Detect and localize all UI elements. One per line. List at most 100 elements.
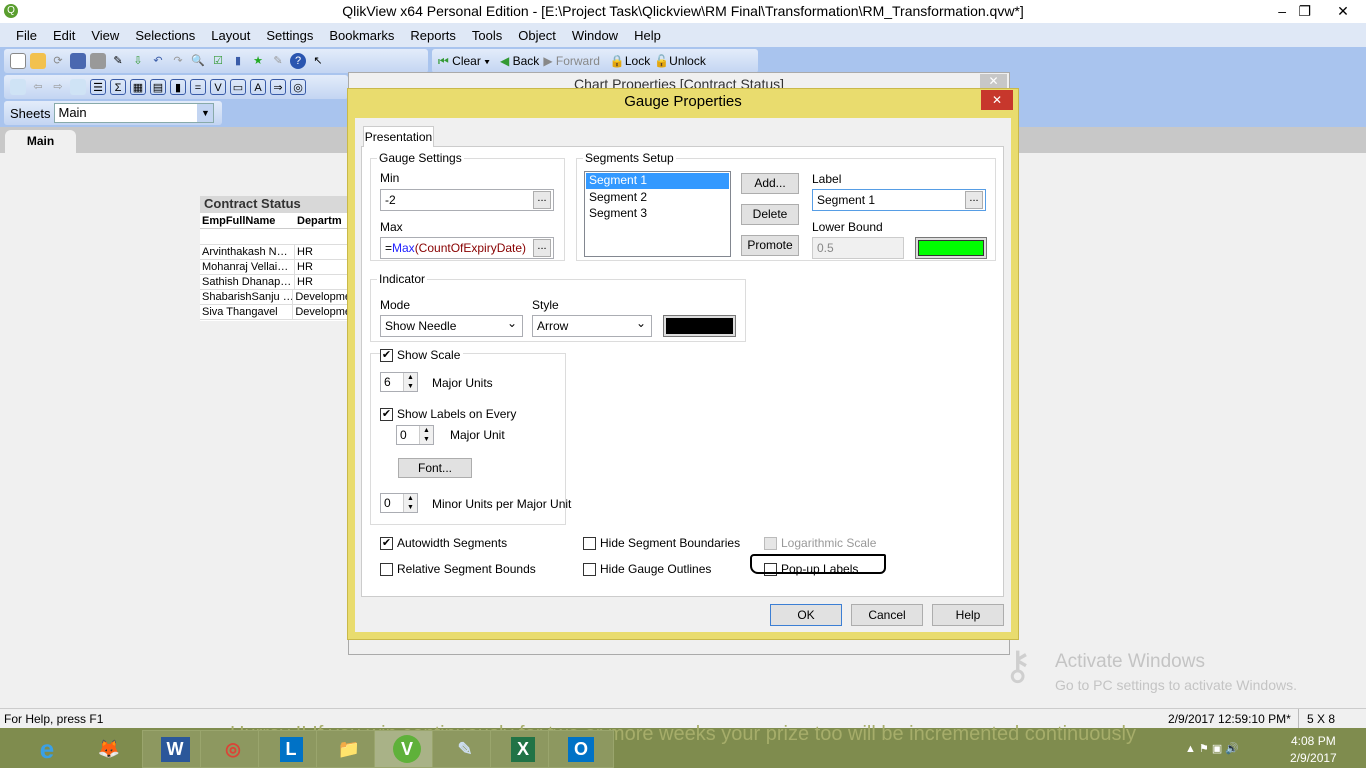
redo-icon[interactable]: ↷ bbox=[170, 53, 186, 69]
mode-dropdown[interactable]: Show Needle bbox=[380, 313, 523, 337]
minimize-button[interactable]: – bbox=[1278, 0, 1286, 23]
menu-object[interactable]: Object bbox=[518, 28, 556, 43]
edit-icon[interactable]: ✎ bbox=[270, 53, 286, 69]
open-icon[interactable] bbox=[30, 53, 46, 69]
forward-button[interactable]: ▶ Forward bbox=[543, 54, 600, 68]
segment-color-button[interactable] bbox=[915, 237, 987, 259]
save-icon[interactable] bbox=[70, 53, 86, 69]
listbox-icon[interactable]: ☰ bbox=[90, 79, 106, 95]
max-input[interactable]: =Max(CountOfExpiryDate) bbox=[380, 237, 554, 259]
segment-item[interactable]: Segment 1 bbox=[586, 173, 729, 189]
lock-button[interactable]: 🔒Lock bbox=[610, 54, 650, 68]
hide-gauge-outlines-checkbox[interactable]: Hide Gauge Outlines bbox=[583, 562, 711, 576]
chart-icon[interactable]: ▮ bbox=[230, 53, 246, 69]
table-row[interactable]: Sathish Dhanap… HR bbox=[200, 275, 350, 290]
table-row[interactable]: Mohanraj Vellai… HR bbox=[200, 260, 350, 275]
segment-item[interactable]: Segment 2 bbox=[585, 190, 730, 206]
minor-units-stepper[interactable]: 0 ▲ ▼ bbox=[380, 493, 418, 513]
lower-bound-input[interactable]: 0.5 bbox=[812, 237, 904, 259]
menu-reports[interactable]: Reports bbox=[410, 28, 456, 43]
menu-help[interactable]: Help bbox=[634, 28, 661, 43]
slider-icon[interactable]: ◎ bbox=[290, 79, 306, 95]
table-box-icon[interactable]: ▦ bbox=[130, 79, 146, 95]
tab-main[interactable]: Main bbox=[5, 130, 76, 153]
clock[interactable]: 4:08 PM 2/9/2017 bbox=[1290, 734, 1337, 765]
star-icon[interactable]: ★ bbox=[250, 53, 266, 69]
menu-tools[interactable]: Tools bbox=[472, 28, 502, 43]
tab-presentation[interactable]: Presentation bbox=[363, 126, 434, 147]
current-selections-icon[interactable]: V bbox=[210, 79, 226, 95]
unlock-button[interactable]: 🔓Unlock bbox=[654, 54, 706, 68]
table-row[interactable]: Siva Thangavel Developme bbox=[200, 305, 350, 320]
tray-icons[interactable]: ▲ ⚑ ▣ 🔊 bbox=[1185, 742, 1239, 755]
restore-button[interactable]: ❐ bbox=[1298, 0, 1311, 23]
indicator-color-button[interactable] bbox=[663, 315, 736, 337]
hide-segment-boundaries-checkbox[interactable]: Hide Segment Boundaries bbox=[583, 536, 740, 550]
contract-status-table[interactable]: Contract Status EmpFullName Departm Arvi… bbox=[200, 196, 350, 321]
notepad-icon[interactable]: ✎ bbox=[432, 730, 498, 768]
menu-file[interactable]: File bbox=[16, 28, 37, 43]
min-input[interactable]: -2 bbox=[380, 189, 554, 211]
logarithmic-scale-checkbox[interactable]: Logarithmic Scale bbox=[764, 536, 876, 550]
sheet-properties-icon[interactable] bbox=[70, 79, 86, 95]
back-button[interactable]: ◀ Back bbox=[500, 54, 539, 68]
sheets-dropdown[interactable]: Main ▼ bbox=[54, 103, 215, 123]
undo-icon[interactable]: ↶ bbox=[150, 53, 166, 69]
promote-segment-button[interactable]: Promote bbox=[741, 235, 799, 256]
style-dropdown[interactable]: Arrow bbox=[532, 313, 652, 337]
new-icon[interactable] bbox=[10, 53, 26, 69]
menu-bookmarks[interactable]: Bookmarks bbox=[329, 28, 394, 43]
min-expression-button[interactable]: ... bbox=[533, 191, 551, 209]
help-button[interactable]: Help bbox=[932, 604, 1004, 626]
search-icon[interactable]: 🔍 bbox=[190, 53, 206, 69]
menu-window[interactable]: Window bbox=[572, 28, 618, 43]
table-row[interactable]: ShabarishSanju … Developme bbox=[200, 290, 350, 305]
clear-button[interactable]: ⏮ Clear ▾ bbox=[438, 54, 490, 69]
demote-sheet-icon[interactable]: ⇨ bbox=[50, 79, 66, 95]
qlikview-taskbar-icon[interactable]: V bbox=[374, 730, 440, 768]
ie-icon[interactable]: e bbox=[14, 730, 80, 768]
file-explorer-icon[interactable]: 📁 bbox=[316, 730, 382, 768]
cancel-button[interactable]: Cancel bbox=[851, 604, 923, 626]
show-scale-checkbox[interactable]: ✔ Show Scale bbox=[380, 348, 464, 362]
menu-selections[interactable]: Selections bbox=[135, 28, 195, 43]
dialog-close-button[interactable]: ✕ bbox=[981, 90, 1013, 110]
firefox-icon[interactable]: 🦊 bbox=[76, 730, 142, 768]
help-icon[interactable]: ? bbox=[290, 53, 306, 69]
statistics-box-icon[interactable]: Σ bbox=[110, 79, 126, 95]
label-every-stepper[interactable]: 0 ▲ ▼ bbox=[396, 425, 434, 445]
column-header-empfullname[interactable]: EmpFullName bbox=[200, 213, 295, 228]
menu-layout[interactable]: Layout bbox=[211, 28, 250, 43]
promote-sheet-icon[interactable]: ⇦ bbox=[30, 79, 46, 95]
reload-icon[interactable]: ⟳ bbox=[50, 53, 66, 69]
button-object-icon[interactable]: ▭ bbox=[230, 79, 246, 95]
line-arrow-icon[interactable]: ⇒ bbox=[270, 79, 286, 95]
menu-view[interactable]: View bbox=[91, 28, 119, 43]
segment-label-input[interactable]: Segment 1 bbox=[812, 189, 986, 211]
chart-object-icon[interactable]: ▮ bbox=[170, 79, 186, 95]
multibox-icon[interactable]: ▤ bbox=[150, 79, 166, 95]
menu-settings[interactable]: Settings bbox=[266, 28, 313, 43]
table-row[interactable]: Arvinthakash N… HR bbox=[200, 245, 350, 260]
input-box-icon[interactable]: = bbox=[190, 79, 206, 95]
new-sheet-icon[interactable] bbox=[10, 79, 26, 95]
checkbox-icon[interactable]: ☑ bbox=[210, 53, 226, 69]
text-object-icon[interactable]: A bbox=[250, 79, 266, 95]
ok-button[interactable]: OK bbox=[770, 604, 842, 626]
excel-icon[interactable]: X bbox=[490, 730, 556, 768]
segment-item[interactable]: Segment 3 bbox=[585, 206, 730, 222]
outlook-icon[interactable]: O bbox=[548, 730, 614, 768]
context-help-icon[interactable]: ↖ bbox=[310, 53, 326, 69]
word-icon[interactable]: W bbox=[142, 730, 208, 768]
major-units-stepper[interactable]: 6 ▲ ▼ bbox=[380, 372, 418, 392]
chrome-icon[interactable]: ◎ bbox=[200, 730, 266, 768]
max-expression-button[interactable]: ... bbox=[533, 239, 551, 257]
segment-label-expression-button[interactable]: ... bbox=[965, 191, 983, 209]
print-icon[interactable] bbox=[90, 53, 106, 69]
reload-data-icon[interactable]: ⇩ bbox=[130, 53, 146, 69]
show-labels-checkbox[interactable]: ✔ Show Labels on Every bbox=[380, 407, 516, 421]
relative-segment-bounds-checkbox[interactable]: Relative Segment Bounds bbox=[380, 562, 536, 576]
segments-list[interactable]: Segment 1 Segment 2 Segment 3 bbox=[584, 171, 731, 257]
font-button[interactable]: Font... bbox=[398, 458, 472, 478]
lync-icon[interactable]: L bbox=[258, 730, 324, 768]
